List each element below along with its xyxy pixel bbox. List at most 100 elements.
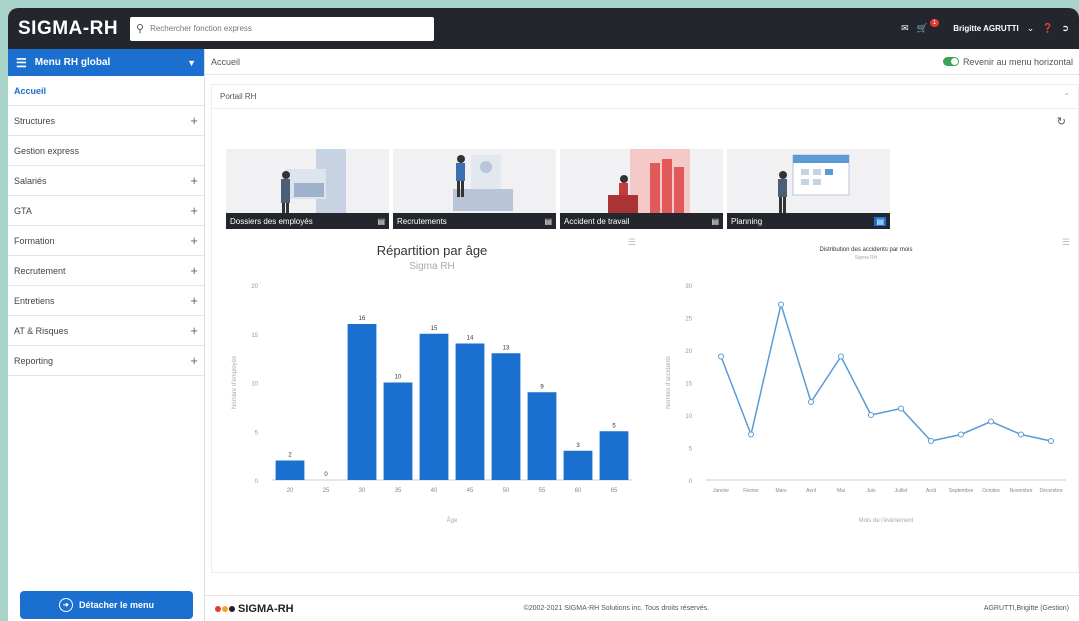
x-tick-label: 40 <box>431 488 438 494</box>
sidebar-item-label: Recrutement <box>14 265 66 276</box>
x-tick-label: 30 <box>359 488 366 494</box>
bar-value-label: 15 <box>431 326 438 332</box>
expand-plus-icon[interactable]: + <box>190 263 198 278</box>
tile-label: Planning <box>731 216 763 226</box>
expand-plus-icon[interactable]: + <box>190 203 198 218</box>
x-tick-label: Septembre <box>949 488 974 494</box>
employee-files-illustration <box>281 149 346 213</box>
sidebar-item-label: Accueil <box>14 85 47 96</box>
toggle-switch[interactable] <box>942 57 959 66</box>
data-point <box>808 399 814 405</box>
x-tick-label: 20 <box>287 488 294 494</box>
copyright: ©2002-2021 SIGMA-RH Solutions inc. Tous … <box>523 605 710 612</box>
sidebar-item[interactable]: Gestion express <box>8 136 204 166</box>
expand-plus-icon[interactable]: + <box>190 173 198 188</box>
portal-panel: Portail RH ⌃ ↻ Dossiers des employés ▤ R… <box>211 84 1079 573</box>
work-accident-illustration <box>608 149 690 213</box>
chart-subtitle: Sigma RH <box>855 255 878 261</box>
search-input[interactable] <box>150 24 428 33</box>
bar <box>599 431 629 480</box>
y-tick-label: 30 <box>685 284 692 290</box>
tile-dossiers[interactable]: Dossiers des employés ▤ <box>226 149 389 229</box>
bar-value-label: 2 <box>288 453 292 459</box>
age-chart: Répartition par âge Sigma RH 0 5 10 15 20 Nombr… <box>222 235 642 530</box>
data-point <box>958 431 964 438</box>
sidebar-item[interactable]: Recrutement + <box>8 256 204 286</box>
data-point <box>1018 431 1024 438</box>
expand-plus-icon[interactable]: + <box>190 323 198 338</box>
bar <box>491 353 521 480</box>
app-window: SIGMA-RH ⚲ ✉ 🛒 1 Brigitte AGRUTTI ⌄ ❓ ➲ … <box>8 8 1079 621</box>
refresh-icon[interactable]: ↻ <box>1057 115 1066 128</box>
search-box[interactable]: ⚲ <box>130 16 434 41</box>
chevron-down-icon[interactable]: ⌄ <box>1027 23 1035 34</box>
chevron-up-icon[interactable]: ⌃ <box>1063 92 1070 101</box>
horizontal-menu-toggle[interactable]: Revenir au menu horizontal <box>942 56 1073 67</box>
y-tick-label: 20 <box>685 349 692 355</box>
y-tick-label: 20 <box>251 284 258 290</box>
sidebar-item[interactable]: Entretiens + <box>8 286 204 316</box>
chart-menu-icon[interactable]: ☰ <box>628 237 636 248</box>
expand-plus-icon[interactable]: + <box>190 113 198 128</box>
sidebar-item[interactable]: Accueil <box>8 76 204 106</box>
x-tick-label: 45 <box>467 488 474 494</box>
tile-planning[interactable]: Planning ▤ <box>727 149 890 229</box>
bar-value-label: 13 <box>503 345 510 351</box>
footer: SIGMA-RH ©2002-2021 SIGMA-RH Solutions i… <box>205 595 1079 621</box>
planning-illustration <box>778 154 850 213</box>
mail-icon[interactable]: ✉ <box>901 23 909 34</box>
bar <box>275 460 305 480</box>
calendar-icon: ▤ <box>874 216 886 226</box>
chart-menu-icon[interactable]: ☰ <box>1062 237 1070 248</box>
breadcrumb[interactable]: Accueil <box>211 57 240 67</box>
notification-badge: 1 <box>929 18 940 27</box>
main-area: Accueil Revenir au menu horizontal Porta… <box>205 49 1079 621</box>
sidebar-item-label: Entretiens <box>14 295 55 306</box>
tile-row: Dossiers des employés ▤ Recrutements ▤ A… <box>226 149 890 229</box>
data-point <box>928 438 934 444</box>
cart-icon[interactable]: 🛒 <box>917 23 928 34</box>
x-tick-label: 60 <box>575 488 582 494</box>
help-icon[interactable]: ❓ <box>1042 23 1053 34</box>
bar-value-label: 10 <box>395 375 402 381</box>
y-tick-label: 10 <box>685 414 692 420</box>
sidebar-item[interactable]: AT & Risques + <box>8 316 204 346</box>
bar-value-label: 9 <box>540 384 544 390</box>
sidebar-item[interactable]: Formation + <box>8 226 204 256</box>
chart-subtitle: Sigma RH <box>409 261 455 272</box>
data-point <box>748 431 754 438</box>
expand-plus-icon[interactable]: + <box>190 233 198 248</box>
data-point <box>838 353 844 360</box>
menu-header[interactable]: ☰ Menu RH global ▼ <box>8 49 204 76</box>
sidebar-item[interactable]: Structures + <box>8 106 204 136</box>
logout-icon[interactable]: ➲ <box>1061 23 1069 34</box>
sidebar-item[interactable]: Salariés + <box>8 166 204 196</box>
x-tick-label: Octobre <box>982 488 1000 494</box>
detach-menu-button[interactable]: ➔ Détacher le menu <box>20 591 193 619</box>
tile-label: Accident de travail <box>564 216 630 226</box>
expand-plus-icon[interactable]: + <box>190 353 198 368</box>
sidebar-item-label: Structures <box>14 115 56 126</box>
tile-recrutements[interactable]: Recrutements ▤ <box>393 149 556 229</box>
sidebar-item[interactable]: Reporting + <box>8 346 204 376</box>
user-menu[interactable]: Brigitte AGRUTTI <box>953 24 1018 33</box>
bar-value-label: 3 <box>576 443 580 449</box>
tile-accident[interactable]: Accident de travail ▤ <box>560 149 723 229</box>
tile-caption: Accident de travail ▤ <box>560 213 723 229</box>
x-tick-label: Mars <box>775 488 787 494</box>
panel-header[interactable]: Portail RH ⌃ <box>212 85 1078 109</box>
y-tick-label: 5 <box>689 447 693 453</box>
sidebar-item[interactable]: GTA + <box>8 196 204 226</box>
x-tick-label: 25 <box>323 488 330 494</box>
x-tick-label: Décembre <box>1039 488 1062 494</box>
sidebar: ☰ Menu RH global ▼ Accueil Structures + Ges… <box>8 49 205 621</box>
y-tick-label: 5 <box>255 430 259 436</box>
toggle-label: Revenir au menu horizontal <box>962 56 1073 67</box>
app-logo[interactable]: SIGMA-RH <box>18 18 130 40</box>
footer-logo-text: SIGMA-RH <box>238 602 294 615</box>
detach-icon: ➔ <box>58 598 73 612</box>
bar <box>527 392 557 480</box>
bar-value-label: 16 <box>359 316 366 322</box>
expand-plus-icon[interactable]: + <box>190 293 198 308</box>
top-right-controls: ✉ 🛒 1 Brigitte AGRUTTI ⌄ ❓ ➲ <box>901 18 1069 34</box>
